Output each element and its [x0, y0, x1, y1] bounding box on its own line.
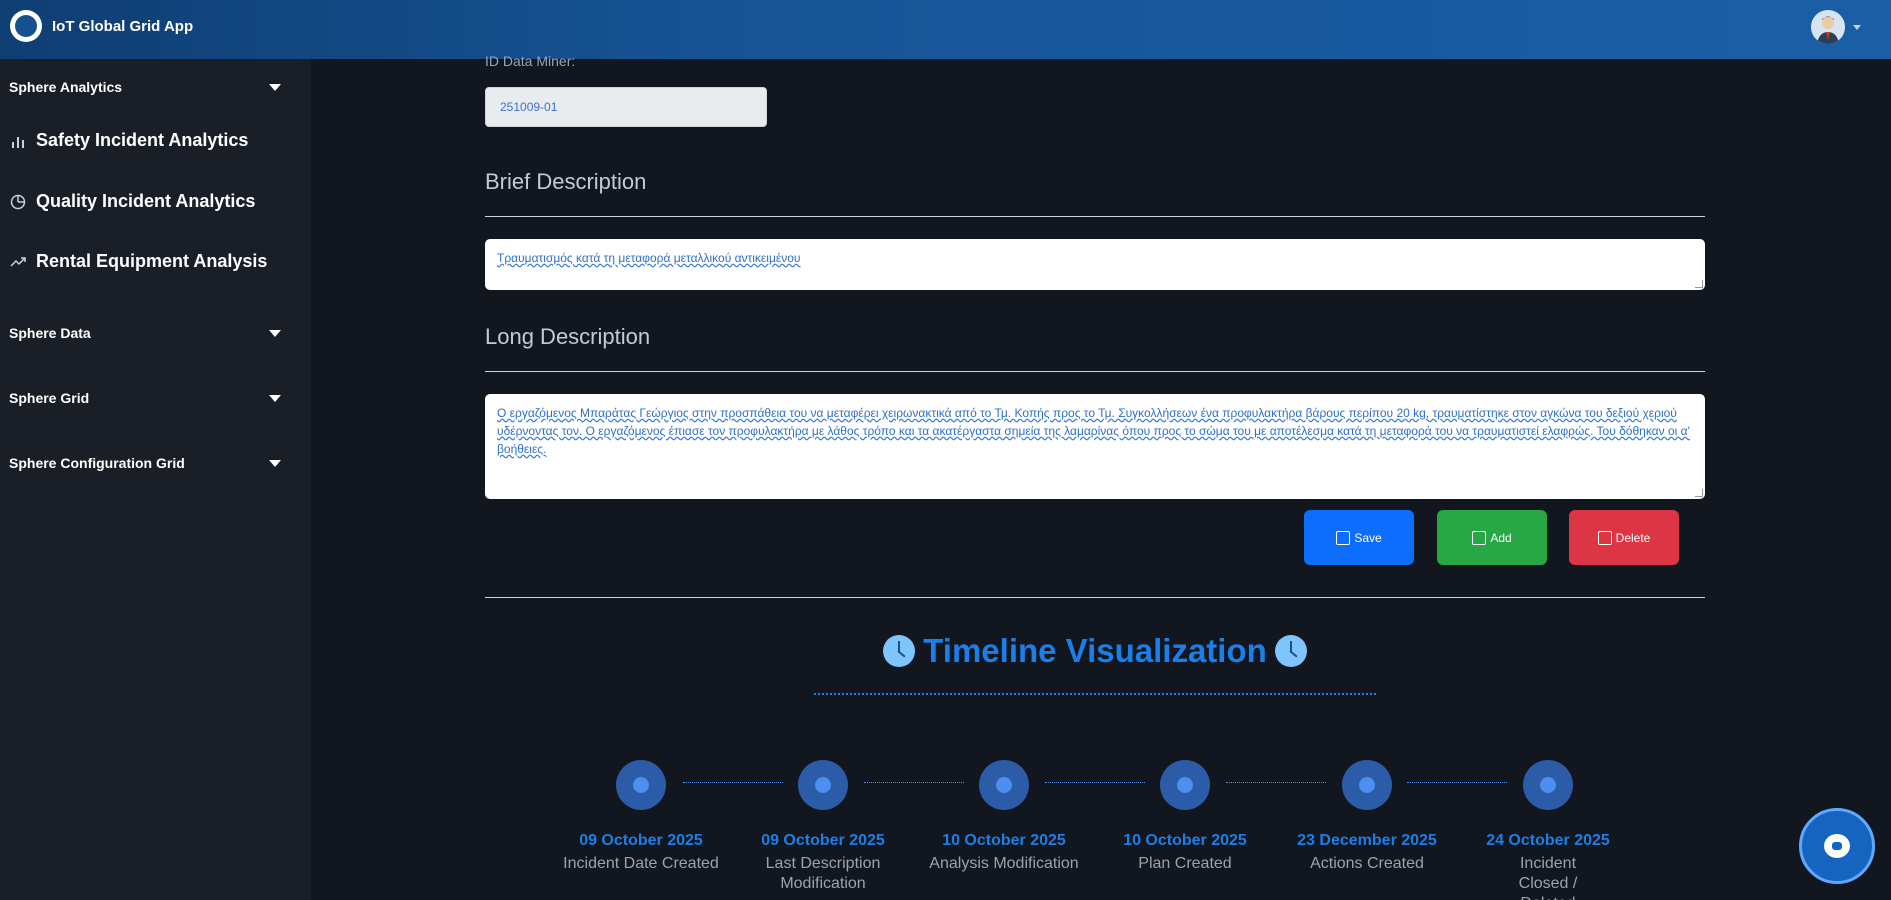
sidebar-item-label: Quality Incident Analytics	[36, 191, 256, 211]
bar-chart-icon	[9, 132, 27, 150]
timeline-connector	[1226, 782, 1326, 783]
sidebar-section-label: Sphere Grid	[9, 390, 90, 406]
brief-description-text: Τραυματισμός κατά τη μεταφορά μεταλλικού…	[497, 251, 801, 265]
long-description-textarea[interactable]: Ο εργαζόμενος Μπαράτας Γεώργιος στην προ…	[485, 394, 1705, 499]
sidebar-section-sphere-configuration-grid[interactable]: Sphere Configuration Grid	[9, 455, 281, 471]
id-data-miner-input[interactable]: 251009-01	[485, 87, 767, 127]
sidebar-section-label: Sphere Data	[9, 325, 91, 341]
divider	[485, 371, 1705, 372]
timeline-heading: Timeline Visualization	[485, 632, 1705, 670]
timeline-connector	[1407, 782, 1507, 783]
divider	[485, 216, 1705, 217]
sidebar-item-quality-incident-analytics[interactable]: Quality Incident Analytics	[9, 191, 255, 212]
caret-down-icon	[269, 394, 281, 402]
robot-icon	[1824, 834, 1850, 858]
brief-description-title: Brief Description	[485, 169, 647, 194]
timeline-date: 09 October 2025	[579, 832, 703, 849]
add-button-label: Add	[1490, 530, 1512, 545]
clock-icon	[1274, 635, 1307, 667]
chevron-down-icon[interactable]	[1853, 24, 1861, 30]
save-icon	[1336, 530, 1351, 545]
add-button[interactable]: Add	[1437, 510, 1547, 565]
top-navbar: IoT Global Grid App	[0, 0, 1891, 59]
timeline-date: 10 October 2025	[942, 832, 1066, 849]
delete-button[interactable]: Delete	[1569, 510, 1679, 565]
user-menu[interactable]	[1811, 10, 1861, 44]
divider	[485, 597, 1705, 598]
sidebar: Sphere Analytics Safety Incident Analyti…	[0, 59, 311, 900]
sidebar-item-rental-equipment-analysis[interactable]: Rental Equipment Analysis	[9, 251, 267, 272]
caret-down-icon	[269, 329, 281, 337]
sidebar-item-label: Safety Incident Analytics	[36, 130, 249, 150]
caret-down-icon	[269, 459, 281, 467]
clock-icon	[883, 635, 916, 667]
sidebar-section-label: Sphere Analytics	[9, 79, 123, 95]
sidebar-section-sphere-analytics[interactable]: Sphere Analytics	[9, 79, 281, 95]
timeline-caption: Actions Created	[1310, 855, 1424, 872]
timeline-node[interactable]	[1523, 760, 1573, 810]
app-name: IoT Global Grid App	[52, 17, 194, 35]
timeline-title: Timeline Visualization	[923, 632, 1267, 669]
timeline-node[interactable]	[798, 760, 848, 810]
timeline-connector	[1045, 782, 1145, 783]
brief-description-textarea[interactable]: Τραυματισμός κατά τη μεταφορά μεταλλικού…	[485, 239, 1705, 290]
timeline-underline	[814, 693, 1376, 695]
id-data-miner-label: ID Data Miner:	[485, 53, 576, 69]
avatar[interactable]	[1811, 10, 1845, 44]
resize-handle-icon[interactable]	[1695, 489, 1703, 497]
timeline-caption: Last Description Modification	[765, 855, 881, 892]
timeline-node[interactable]	[1342, 760, 1392, 810]
sidebar-item-label: Rental Equipment Analysis	[36, 251, 268, 271]
sidebar-item-safety-incident-analytics[interactable]: Safety Incident Analytics	[9, 130, 248, 151]
timeline-connector	[864, 782, 964, 783]
pie-chart-icon	[9, 193, 27, 211]
timeline-caption: Incident Date Created	[563, 855, 719, 872]
timeline-node[interactable]	[979, 760, 1029, 810]
timeline-node[interactable]	[616, 760, 666, 810]
long-description-text: Ο εργαζόμενος Μπαράτας Γεώργιος στην προ…	[497, 406, 1690, 456]
chatbot-button[interactable]	[1799, 808, 1875, 884]
long-description-title: Long Description	[485, 324, 651, 349]
save-button[interactable]: Save	[1304, 510, 1414, 565]
caret-down-icon	[269, 83, 281, 91]
main-content: ID Data Miner: 251009-01 Brief Descripti…	[311, 53, 1891, 900]
save-button-label: Save	[1354, 530, 1382, 545]
sidebar-section-label: Sphere Configuration Grid	[9, 455, 185, 471]
timeline-date: 09 October 2025	[761, 832, 885, 849]
timeline-caption: Incident Closed / Deleted	[1518, 855, 1578, 900]
timeline-node[interactable]	[1160, 760, 1210, 810]
sidebar-section-sphere-grid[interactable]: Sphere Grid	[9, 390, 281, 406]
resize-handle-icon[interactable]	[1695, 280, 1703, 288]
brand[interactable]: IoT Global Grid App	[10, 10, 193, 42]
timeline-caption: Analysis Modification	[929, 855, 1079, 872]
timeline-caption: Plan Created	[1138, 855, 1232, 872]
app-logo-icon	[10, 10, 42, 42]
timeline-date: 10 October 2025	[1123, 832, 1247, 849]
timeline-date: 24 October 2025	[1486, 832, 1610, 849]
sidebar-section-sphere-data[interactable]: Sphere Data	[9, 325, 281, 341]
plus-square-icon	[1472, 530, 1487, 545]
timeline-date: 23 December 2025	[1297, 832, 1437, 849]
trend-up-icon	[9, 253, 27, 271]
delete-button-label: Delete	[1615, 530, 1651, 545]
timeline-connector	[683, 782, 783, 783]
trash-icon	[1597, 530, 1612, 545]
